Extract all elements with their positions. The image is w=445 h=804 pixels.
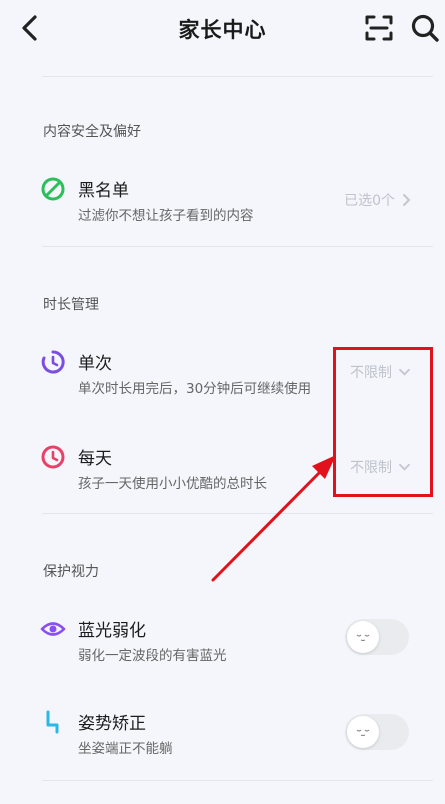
- section-title-content: 内容安全及偏好: [43, 124, 141, 140]
- sleepy-face-icon: [356, 634, 370, 642]
- blacklist-label: 黑名单: [78, 181, 129, 201]
- no-entry-icon: [41, 177, 65, 201]
- single-time-desc: 单次时长用完后，30分钟后可继续使用: [78, 381, 312, 397]
- annotation-highlight-box: [333, 347, 433, 497]
- divider: [42, 76, 433, 77]
- posture-desc: 坐姿端正不能躺: [78, 741, 173, 757]
- search-icon[interactable]: [410, 13, 440, 43]
- section-title-time: 时长管理: [43, 297, 99, 313]
- toggle-knob: [347, 716, 379, 748]
- posture-row: 姿势矫正 坐姿端正不能躺: [0, 709, 445, 789]
- divider: [42, 246, 433, 247]
- bluelight-toggle[interactable]: [345, 619, 409, 655]
- chevron-right-icon: [403, 194, 411, 206]
- blacklist-value[interactable]: 已选0个: [344, 190, 411, 210]
- toggle-knob: [347, 621, 379, 653]
- bluelight-desc: 弱化一定波段的有害蓝光: [78, 648, 227, 664]
- blacklist-row[interactable]: 黑名单 过滤你不想让孩子看到的内容 已选0个: [0, 176, 445, 256]
- daily-time-desc: 孩子一天使用小小优酷的总时长: [78, 476, 267, 492]
- bluelight-label: 蓝光弱化: [78, 621, 146, 641]
- bluelight-row: 蓝光弱化 弱化一定波段的有害蓝光: [0, 616, 445, 696]
- clock-icon: [41, 445, 65, 469]
- divider: [42, 513, 433, 514]
- divider: [42, 780, 433, 781]
- eye-icon: [40, 622, 66, 636]
- posture-toggle[interactable]: [345, 714, 409, 750]
- sleepy-face-icon: [356, 729, 370, 737]
- top-bar: 家长中心: [0, 0, 445, 56]
- clock-icon: [41, 350, 65, 374]
- section-title-vision: 保护视力: [43, 564, 99, 580]
- posture-icon: [46, 710, 59, 734]
- daily-time-label: 每天: [78, 449, 112, 469]
- blacklist-count: 已选0个: [344, 193, 395, 209]
- single-time-label: 单次: [78, 354, 112, 374]
- scan-icon[interactable]: [364, 13, 394, 43]
- posture-label: 姿势矫正: [78, 714, 146, 734]
- blacklist-desc: 过滤你不想让孩子看到的内容: [78, 208, 254, 224]
